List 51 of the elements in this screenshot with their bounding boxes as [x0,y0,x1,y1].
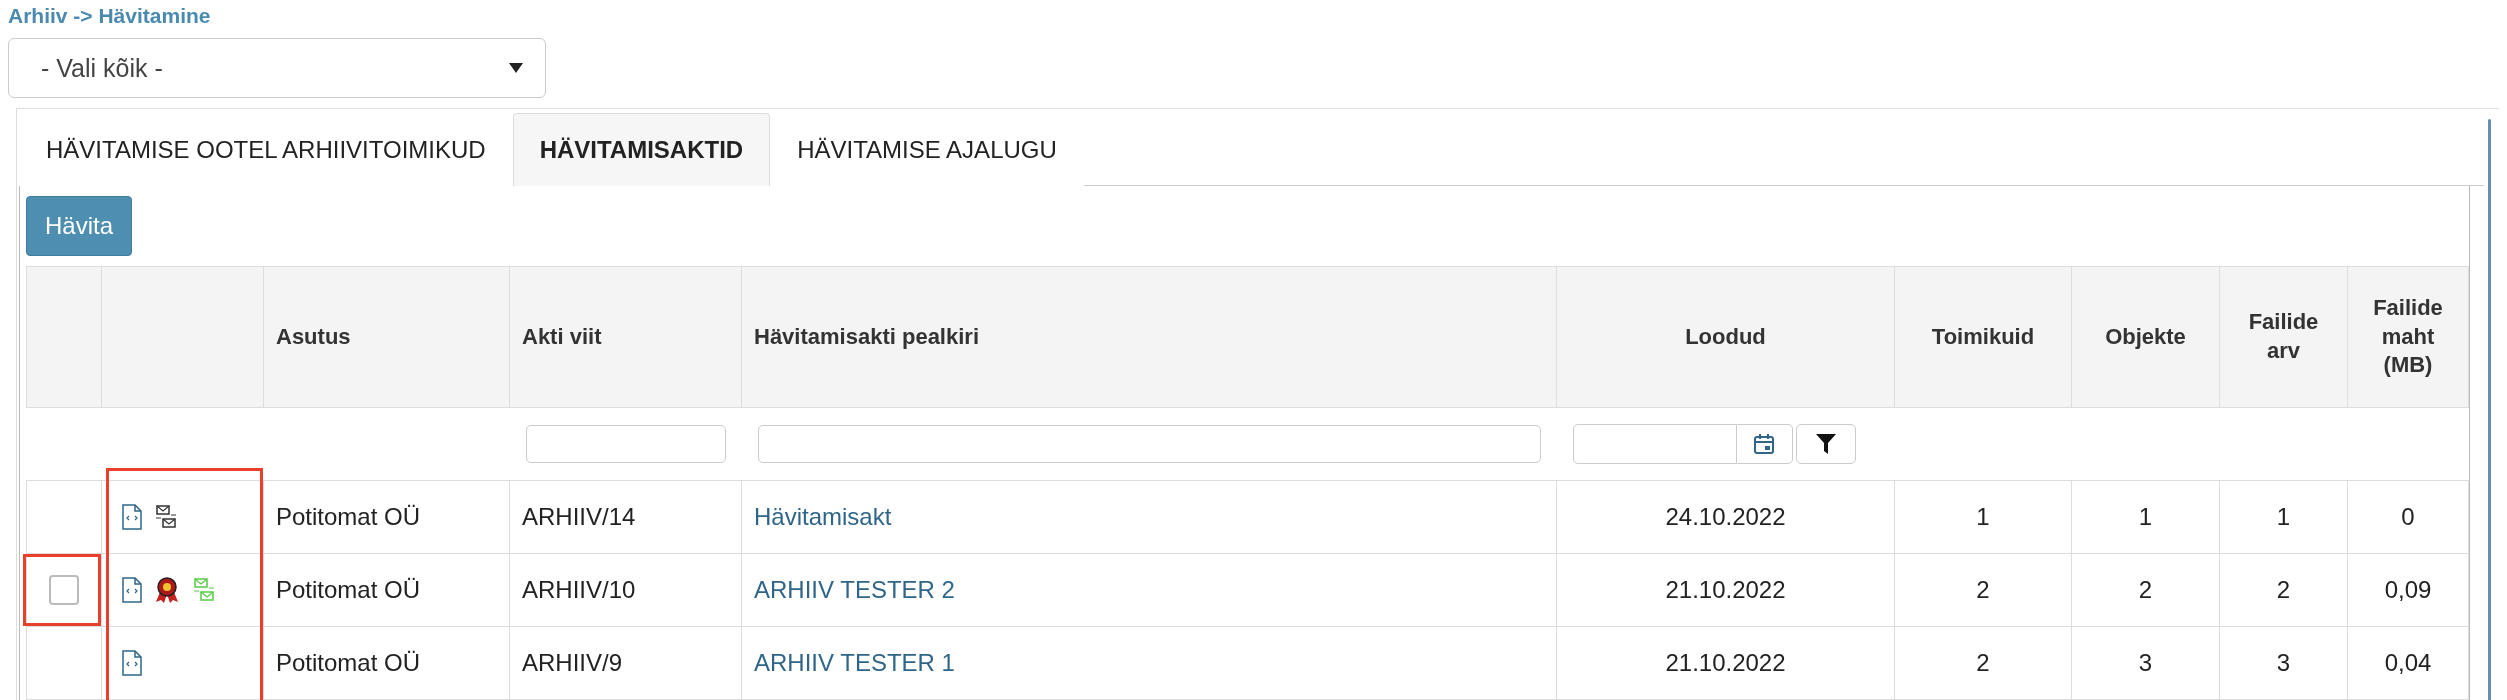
filter-field[interactable] [757,425,1541,463]
caret-icon[interactable] [509,63,523,73]
table-cell: 1 [2276,503,2291,530]
document-icon[interactable] [122,650,142,676]
title-link[interactable]: ARHIIV TESTER 1 [754,649,955,676]
table-cell: 21.10.2022 [1665,649,1786,676]
date-filter-field[interactable] [1572,424,1737,464]
document-icon[interactable] [122,504,142,530]
table-cell: 0 [2401,503,2415,530]
column-header: Asutus [263,266,510,408]
table-cell: 0,09 [2384,576,2432,603]
calendar-icon[interactable] [1753,433,1775,455]
table-cell: 2 [1976,649,1990,676]
calendar-button[interactable] [1736,424,1793,464]
table-cell: 2 [2138,576,2153,603]
table-cell: Potitomat OÜ [276,576,421,603]
tab[interactable]: HÄVITAMISAKTID [512,113,771,186]
table-cell: Potitomat OÜ [276,649,421,676]
table-cell: Potitomat OÜ [276,503,421,530]
table-cell: ARHIIV/9 [522,649,623,676]
table-cell: 24.10.2022 [1665,503,1786,530]
table-cell: 21.10.2022 [1665,576,1786,603]
table-cell: ARHIIV/14 [522,503,636,530]
filter-field[interactable] [525,425,726,463]
column-header: Objekte [2071,266,2220,408]
envelopes-icon[interactable] [154,505,178,529]
column-header: Failide arv [2219,266,2348,408]
column-header: Toimikuid [1894,266,2072,408]
row-checkbox[interactable] [49,575,79,605]
select-dropdown[interactable]: - Vali kõik - [8,38,546,98]
table-cell: 3 [2276,649,2291,676]
table-cell: 2 [1976,576,1990,603]
column-header: Loodud [1556,266,1895,408]
table-cell: 3 [2138,649,2153,676]
filter-icon[interactable] [1815,433,1836,455]
document-icon[interactable] [122,577,142,603]
table-cell: 1 [2138,503,2153,530]
table-cell: 2 [2276,576,2291,603]
table-cell: ARHIIV/10 [522,576,636,603]
column-header: Akti viit [509,266,742,408]
title-link[interactable]: Hävitamisakt [754,503,892,530]
table-cell: 1 [1976,503,1990,530]
column-header: Failide maht (MB) [2347,266,2469,408]
title-link[interactable]: ARHIIV TESTER 2 [754,576,955,603]
column-header: Hävitamisakti pealkiri [741,266,1557,408]
destroy-button[interactable]: Hävita [26,196,133,256]
table-cell: 0,04 [2384,649,2432,676]
scrollbar[interactable] [2488,119,2491,700]
breadcrumb-link[interactable]: Arhiiv -> Hävitamine [8,4,211,28]
filter-button[interactable] [1795,424,1856,464]
award-icon[interactable] [154,576,180,604]
